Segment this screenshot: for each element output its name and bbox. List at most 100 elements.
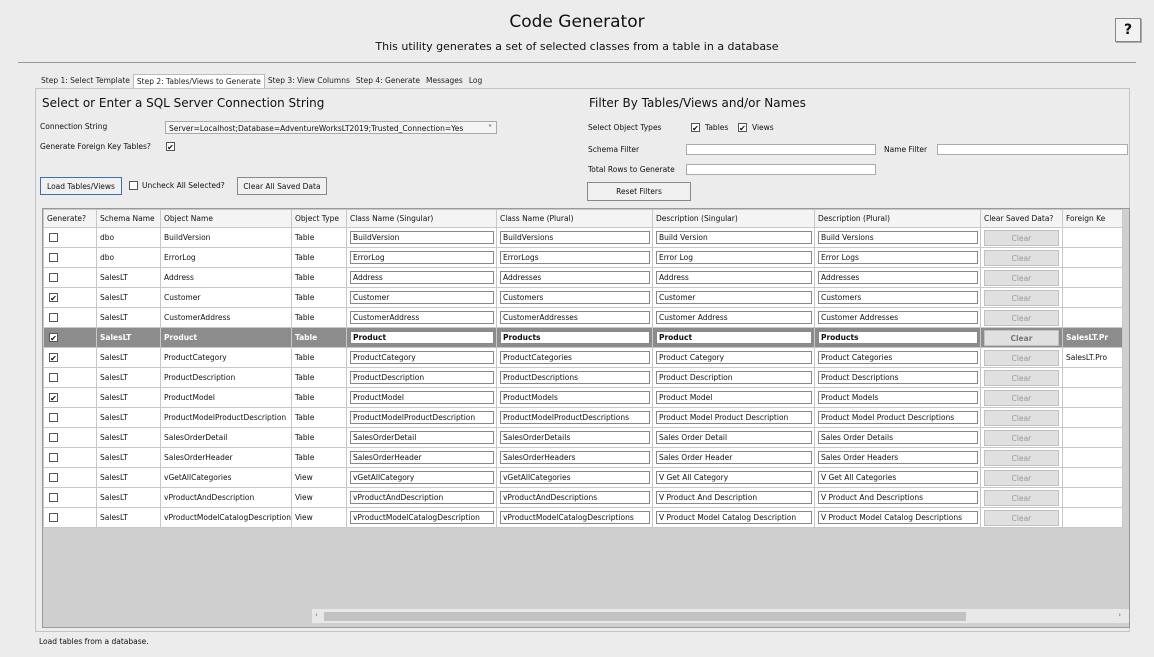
desc-singular-input[interactable]: Build Version xyxy=(655,231,812,244)
table-row[interactable]: SalesLT CustomerAddress Table CustomerAddre… xyxy=(43,307,1123,328)
views-checkbox[interactable]: ✔ xyxy=(738,123,747,133)
scroll-left-icon[interactable]: ‹ xyxy=(315,611,318,619)
clear-row-button[interactable]: Clear xyxy=(983,309,1059,326)
class-singular-input[interactable]: vProductAndDescription xyxy=(349,491,494,504)
clear-row-button[interactable]: Clear xyxy=(983,269,1059,286)
scrollbar-thumb[interactable] xyxy=(324,612,966,621)
class-singular-input[interactable]: Product xyxy=(349,331,494,344)
desc-plural-input[interactable]: Customers xyxy=(817,291,978,304)
table-row[interactable]: dbo BuildVersion Table BuildVersion BuildVer… xyxy=(43,227,1123,248)
clear-row-button[interactable]: Clear xyxy=(983,429,1059,446)
table-row[interactable]: ✔ SalesLT ProductModel Table ProductModel Pro… xyxy=(43,387,1123,408)
col-header-class-singular[interactable]: Class Name (Singular) xyxy=(345,209,497,228)
generate-checkbox[interactable] xyxy=(49,273,58,283)
clear-row-button[interactable]: Clear xyxy=(983,449,1059,466)
col-header-desc-plural[interactable]: Description (Plural) xyxy=(813,209,981,228)
generate-checkbox[interactable] xyxy=(49,453,58,463)
desc-singular-input[interactable]: Sales Order Detail xyxy=(655,431,812,444)
generate-checkbox[interactable] xyxy=(49,493,58,503)
class-singular-input[interactable]: ProductDescription xyxy=(349,371,494,384)
clear-saved-data-button[interactable]: Clear All Saved Data xyxy=(237,177,327,195)
class-singular-input[interactable]: ProductModel xyxy=(349,391,494,404)
generate-checkbox[interactable] xyxy=(49,313,58,323)
clear-row-button[interactable]: Clear xyxy=(983,329,1059,346)
class-plural-input[interactable]: ProductDescriptions xyxy=(499,371,650,384)
col-header-desc-singular[interactable]: Description (Singular) xyxy=(651,209,815,228)
clear-row-button[interactable]: Clear xyxy=(983,489,1059,506)
scroll-right-icon[interactable]: › xyxy=(1118,611,1121,619)
class-singular-input[interactable]: ProductCategory xyxy=(349,351,494,364)
class-singular-input[interactable]: ErrorLog xyxy=(349,251,494,264)
clear-row-button[interactable]: Clear xyxy=(983,249,1059,266)
clear-row-button[interactable]: Clear xyxy=(983,369,1059,386)
class-plural-input[interactable]: vGetAllCategories xyxy=(499,471,650,484)
tab-select-template[interactable]: Step 1: Select Template xyxy=(38,74,133,88)
col-header-schema[interactable]: Schema Name xyxy=(96,209,161,228)
desc-singular-input[interactable]: Customer Address xyxy=(655,311,812,324)
desc-plural-input[interactable]: Product Descriptions xyxy=(817,371,978,384)
tables-checkbox[interactable]: ✔ xyxy=(691,123,700,133)
table-row[interactable]: SalesLT ProductDescription Table ProductDes… xyxy=(43,367,1123,388)
tab-view-columns[interactable]: Step 3: View Columns xyxy=(265,74,353,88)
desc-singular-input[interactable]: Product xyxy=(655,331,812,344)
desc-singular-input[interactable]: Product Model xyxy=(655,391,812,404)
uncheck-all-checkbox[interactable] xyxy=(129,181,138,190)
generate-checkbox[interactable] xyxy=(49,413,58,423)
class-singular-input[interactable]: SalesOrderDetail xyxy=(349,431,494,444)
horizontal-scrollbar[interactable]: ‹ › xyxy=(312,609,1129,623)
table-row[interactable]: SalesLT vProductModelCatalogDescription Vi… xyxy=(43,507,1123,528)
table-row[interactable]: SalesLT ProductModelProductDescription Tab… xyxy=(43,407,1123,428)
generate-checkbox[interactable]: ✔ xyxy=(49,353,58,363)
col-header-type[interactable]: Object Type xyxy=(290,209,347,228)
class-singular-input[interactable]: SalesOrderHeader xyxy=(349,451,494,464)
generate-checkbox[interactable] xyxy=(49,433,58,443)
desc-singular-input[interactable]: V Get All Category xyxy=(655,471,812,484)
generate-checkbox[interactable]: ✔ xyxy=(49,333,58,343)
desc-plural-input[interactable]: V Product And Descriptions xyxy=(817,491,978,504)
desc-plural-input[interactable]: Customer Addresses xyxy=(817,311,978,324)
class-plural-input[interactable]: vProductAndDescriptions xyxy=(499,491,650,504)
class-plural-input[interactable]: ProductModels xyxy=(499,391,650,404)
tab-tables-views[interactable]: Step 2: Tables/Views to Generate xyxy=(132,74,265,89)
class-singular-input[interactable]: ProductModelProductDescription xyxy=(349,411,494,424)
desc-singular-input[interactable]: Product Description xyxy=(655,371,812,384)
schema-filter-input[interactable] xyxy=(686,144,876,155)
desc-singular-input[interactable]: Product Category xyxy=(655,351,812,364)
class-plural-input[interactable]: Addresses xyxy=(499,271,650,284)
table-row[interactable]: ✔ SalesLT Customer Table Customer Customers Cu… xyxy=(43,287,1123,308)
generate-checkbox[interactable] xyxy=(49,473,58,483)
desc-plural-input[interactable]: Sales Order Headers xyxy=(817,451,978,464)
class-singular-input[interactable]: Customer xyxy=(349,291,494,304)
desc-plural-input[interactable]: Sales Order Details xyxy=(817,431,978,444)
table-row[interactable]: SalesLT SalesOrderDetail Table SalesOrderDe… xyxy=(43,427,1123,448)
col-header-generate[interactable]: Generate? xyxy=(43,209,97,228)
class-plural-input[interactable]: Customers xyxy=(499,291,650,304)
generate-checkbox[interactable] xyxy=(49,373,58,383)
clear-row-button[interactable]: Clear xyxy=(983,349,1059,366)
reset-filters-button[interactable]: Reset Filters xyxy=(587,182,691,201)
desc-singular-input[interactable]: Product Model Product Description xyxy=(655,411,812,424)
fk-tables-checkbox[interactable]: ✔ xyxy=(166,142,175,152)
clear-row-button[interactable]: Clear xyxy=(983,389,1059,406)
desc-singular-input[interactable]: V Product Model Catalog Description xyxy=(655,511,812,524)
table-row[interactable]: ✔ SalesLT ProductCategory Table ProductCateg… xyxy=(43,347,1123,368)
tab-messages[interactable]: Messages xyxy=(423,74,466,88)
col-header-class-plural[interactable]: Class Name (Plural) xyxy=(495,209,653,228)
class-plural-input[interactable]: ProductCategories xyxy=(499,351,650,364)
col-header-clear-saved[interactable]: Clear Saved Data? xyxy=(979,209,1063,228)
clear-row-button[interactable]: Clear xyxy=(983,409,1059,426)
desc-plural-input[interactable]: Addresses xyxy=(817,271,978,284)
tab-generate[interactable]: Step 4: Generate xyxy=(353,74,423,88)
generate-checkbox[interactable] xyxy=(49,513,58,523)
class-plural-input[interactable]: vProductModelCatalogDescriptions xyxy=(499,511,650,524)
class-plural-input[interactable]: Products xyxy=(499,331,650,344)
class-plural-input[interactable]: ProductModelProductDescriptions xyxy=(499,411,650,424)
class-singular-input[interactable]: BuildVersion xyxy=(349,231,494,244)
class-singular-input[interactable]: vProductModelCatalogDescription xyxy=(349,511,494,524)
load-tables-button[interactable]: Load Tables/Views xyxy=(40,177,122,195)
desc-plural-input[interactable]: V Product Model Catalog Descriptions xyxy=(817,511,978,524)
desc-singular-input[interactable]: Error Log xyxy=(655,251,812,264)
desc-singular-input[interactable]: Address xyxy=(655,271,812,284)
class-plural-input[interactable]: ErrorLogs xyxy=(499,251,650,264)
help-button[interactable]: ? xyxy=(1115,18,1141,42)
